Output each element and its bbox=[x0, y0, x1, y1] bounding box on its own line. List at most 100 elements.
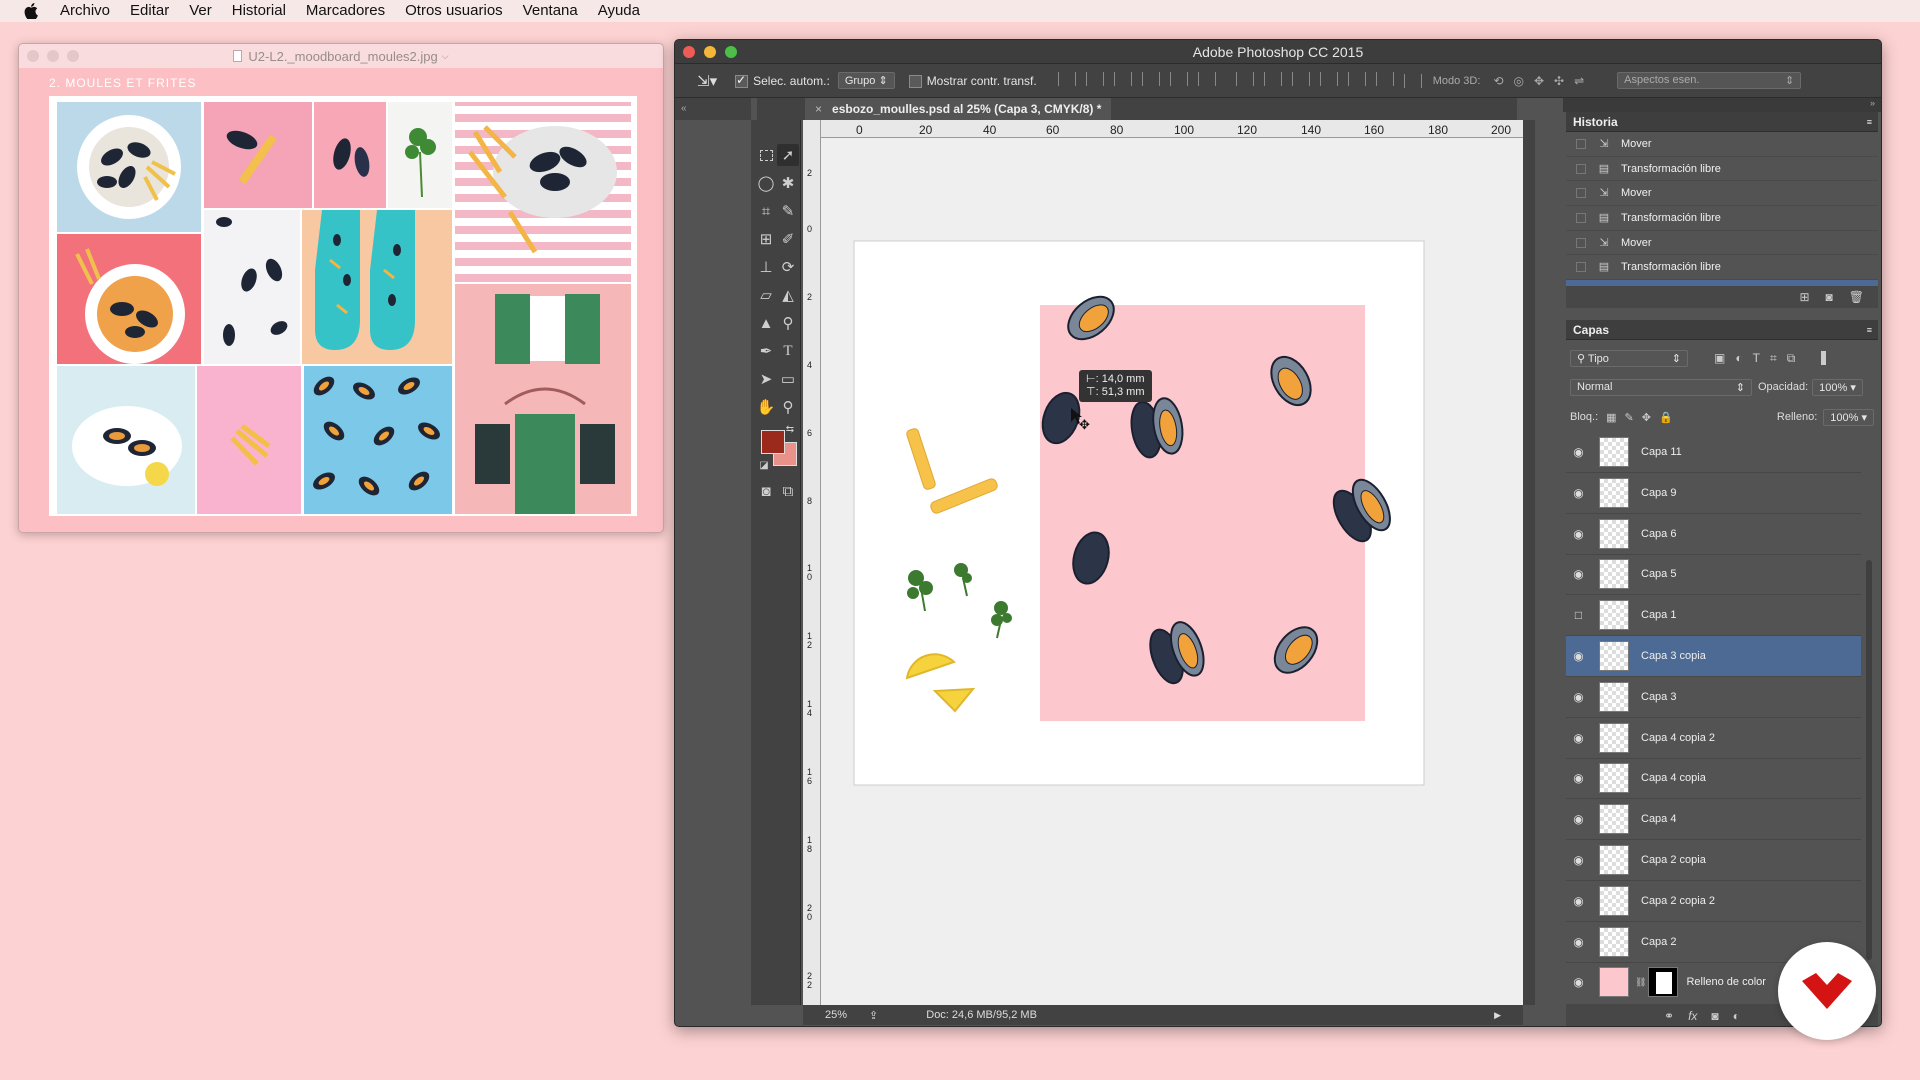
autoselect-dropdown[interactable]: Grupo ⇕ bbox=[837, 72, 895, 89]
autoselect-checkbox[interactable] bbox=[735, 73, 753, 88]
workspace-dropdown[interactable]: Aspectos esen. ⇕ bbox=[1617, 72, 1802, 89]
menu-archivo[interactable]: Archivo bbox=[50, 0, 120, 22]
healing-brush-tool-icon[interactable]: ⊞ bbox=[755, 228, 777, 250]
blend-mode-dropdown[interactable]: Normal ⇕ bbox=[1570, 378, 1752, 396]
panel-collapse-strip[interactable]: « bbox=[675, 98, 751, 120]
eye-icon[interactable]: ◉ bbox=[1566, 649, 1591, 663]
align-right-icon[interactable] bbox=[1197, 72, 1216, 86]
eye-icon[interactable]: ◉ bbox=[1566, 567, 1591, 581]
chevron-down-icon[interactable]: ⌵ bbox=[442, 51, 449, 62]
minimize-button[interactable] bbox=[47, 50, 59, 62]
history-source-checkbox[interactable] bbox=[1576, 237, 1586, 248]
filter-shape-icon[interactable]: ⌗ bbox=[1770, 351, 1777, 366]
history-panel-header[interactable]: Historia ≡ bbox=[1566, 112, 1878, 132]
eye-icon[interactable]: ◉ bbox=[1566, 690, 1591, 704]
zoom-button[interactable] bbox=[67, 50, 79, 62]
layer-row[interactable]: ◉ Capa 3 bbox=[1566, 677, 1861, 718]
distribute-left-icon[interactable] bbox=[1319, 72, 1338, 86]
apple-icon[interactable] bbox=[20, 0, 42, 22]
zoom-tool-icon[interactable]: ⚲ bbox=[777, 396, 799, 418]
close-button[interactable] bbox=[27, 50, 39, 62]
lasso-tool-icon[interactable]: ◯ bbox=[755, 172, 777, 194]
document-canvas[interactable]: ✥ ⊢: 14,0 mm ⊤: 51,3 mm bbox=[821, 138, 1523, 1005]
layer-row[interactable]: □ Capa 1 bbox=[1566, 595, 1861, 637]
rectangle-tool-icon[interactable]: ▭ bbox=[777, 368, 799, 390]
opacity-input[interactable]: 100% ▾ bbox=[1812, 378, 1863, 396]
eye-icon[interactable]: ◉ bbox=[1566, 853, 1591, 867]
menu-marcadores[interactable]: Marcadores bbox=[296, 0, 395, 22]
layer-row[interactable]: ◉ Capa 4 copia bbox=[1566, 758, 1861, 800]
align-vcenter-icon[interactable] bbox=[1085, 72, 1104, 86]
lock-position-icon[interactable]: ✥ bbox=[1642, 411, 1651, 424]
eye-icon[interactable]: ◉ bbox=[1566, 771, 1591, 785]
align-left-icon[interactable] bbox=[1141, 72, 1160, 86]
default-colors-icon[interactable]: ◪ bbox=[753, 454, 775, 476]
paint-bucket-tool-icon[interactable]: ◭ bbox=[777, 284, 799, 306]
crop-tool-icon[interactable]: ⌗ bbox=[755, 200, 777, 222]
snapshot-icon[interactable]: ◙ bbox=[1826, 290, 1833, 304]
brush-tool-icon[interactable]: ✐ bbox=[777, 228, 799, 250]
magic-wand-tool-icon[interactable]: ✱ bbox=[777, 172, 799, 194]
horizontal-ruler[interactable]: 0 20 40 60 80 100 120 140 160 180 200 bbox=[821, 120, 1523, 138]
path-selection-tool-icon[interactable]: ➤ bbox=[755, 368, 777, 390]
transform-controls-checkbox[interactable] bbox=[908, 73, 927, 88]
layer-filter-dropdown[interactable]: ⚲ Tipo ⇕ bbox=[1570, 349, 1688, 367]
layer-row[interactable]: ◉ Capa 2 copia 2 bbox=[1566, 881, 1861, 922]
preview-titlebar[interactable]: U2-L2._moodboard_moules2.jpg ⌵ bbox=[19, 44, 663, 68]
align-bottom-icon[interactable] bbox=[1113, 72, 1132, 86]
filter-smart-object-icon[interactable]: ⧉ bbox=[1787, 351, 1796, 366]
close-button[interactable] bbox=[683, 46, 695, 58]
screen-mode-icon[interactable]: ⧉ bbox=[777, 480, 799, 502]
minimize-button[interactable] bbox=[704, 46, 716, 58]
photoshop-titlebar[interactable]: Adobe Photoshop CC 2015 bbox=[675, 40, 1881, 64]
add-mask-icon[interactable]: ◙ bbox=[1711, 1009, 1718, 1023]
layers-scrollbar[interactable] bbox=[1866, 560, 1872, 960]
fill-input[interactable]: 100% ▾ bbox=[1823, 408, 1874, 426]
distribute-hcenter-icon[interactable] bbox=[1347, 72, 1366, 86]
zoom-level[interactable]: 25% bbox=[825, 1009, 847, 1021]
panel-menu-icon[interactable]: ≡ bbox=[1867, 325, 1872, 335]
orbit-3d-icon[interactable]: ⟲ bbox=[1493, 74, 1503, 88]
distribute-right-icon[interactable] bbox=[1375, 72, 1394, 86]
lock-all-icon[interactable]: 🔒 bbox=[1659, 411, 1673, 424]
history-item[interactable]: ⇲ Mover bbox=[1566, 132, 1878, 157]
layer-row[interactable]: ◉ Capa 6 bbox=[1566, 514, 1861, 555]
zoom-button[interactable] bbox=[725, 46, 737, 58]
filter-type-icon[interactable]: T bbox=[1753, 351, 1760, 365]
history-item[interactable]: ▤ Transformación libre bbox=[1566, 157, 1878, 182]
filter-pixel-icon[interactable]: ▣ bbox=[1714, 351, 1725, 365]
menu-otros-usuarios[interactable]: Otros usuarios bbox=[395, 0, 513, 22]
layer-row[interactable]: ◉ Capa 4 copia 2 bbox=[1566, 718, 1861, 759]
slide-3d-icon[interactable]: ✣ bbox=[1554, 74, 1564, 88]
layer-style-icon[interactable]: fx bbox=[1688, 1009, 1697, 1023]
eye-icon[interactable]: ◉ bbox=[1566, 527, 1591, 541]
history-item[interactable]: ⇲ Mover bbox=[1566, 181, 1878, 207]
adjustment-layer-icon[interactable]: ◐ bbox=[1733, 1009, 1740, 1023]
vertical-ruler[interactable]: 2 0 2 4 6 8 10 12 14 16 18 20 22 bbox=[803, 120, 821, 1025]
close-tab-icon[interactable]: × bbox=[815, 102, 822, 116]
align-hcenter-icon[interactable] bbox=[1169, 72, 1188, 86]
layer-row[interactable]: ◉ Capa 4 bbox=[1566, 799, 1861, 841]
eye-icon[interactable]: ◉ bbox=[1566, 935, 1591, 949]
panels-collapse-bar[interactable]: » bbox=[1563, 98, 1881, 112]
blur-tool-icon[interactable]: ▲ bbox=[755, 312, 777, 334]
eraser-tool-icon[interactable]: ▱ bbox=[755, 284, 777, 306]
distribute-top-icon[interactable] bbox=[1235, 72, 1254, 86]
eye-icon[interactable]: ◉ bbox=[1566, 894, 1591, 908]
type-tool-icon[interactable]: T bbox=[777, 340, 799, 362]
document-tab[interactable]: × esbozo_moulles.psd al 25% (Capa 3, CMYK… bbox=[805, 98, 1112, 120]
link-layers-icon[interactable]: ⚭ bbox=[1664, 1009, 1674, 1023]
eye-hidden-icon[interactable]: □ bbox=[1566, 608, 1591, 622]
history-item[interactable]: ▤ Transformación libre bbox=[1566, 206, 1878, 231]
move-tool-icon[interactable]: ⇲▾ bbox=[697, 72, 717, 90]
distribute-bottom-icon[interactable] bbox=[1291, 72, 1310, 86]
filter-toggle-icon[interactable] bbox=[1821, 351, 1827, 365]
panel-menu-icon[interactable]: ≡ bbox=[1867, 117, 1872, 127]
canvas-vertical-scrollbar[interactable] bbox=[1523, 120, 1535, 1005]
menu-ventana[interactable]: Ventana bbox=[513, 0, 588, 22]
move-tool-icon[interactable]: ➚ bbox=[777, 144, 799, 166]
align-top-icon[interactable] bbox=[1057, 72, 1076, 86]
menu-ayuda[interactable]: Ayuda bbox=[588, 0, 650, 22]
pan-3d-icon[interactable]: ✥ bbox=[1534, 74, 1544, 88]
eye-icon[interactable]: ◉ bbox=[1566, 486, 1591, 500]
